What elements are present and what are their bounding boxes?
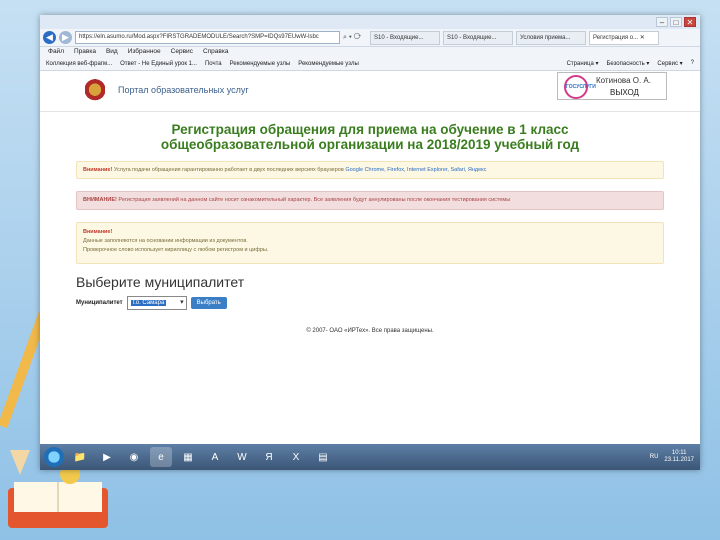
user-box: ГОСУСЛУГИ Котинова О. А. ВЫХОД: [557, 72, 667, 100]
help-icon[interactable]: ?: [691, 60, 694, 67]
info-alert: Внимание! Данные заполняются на основани…: [76, 222, 664, 264]
test-mode-alert: ВНИМАНИЕ! Регистрация заявлений на данно…: [76, 191, 664, 210]
favorite-link[interactable]: Рекомендуемые узлы: [298, 61, 359, 67]
internet-explorer-icon[interactable]: e: [150, 447, 172, 467]
page-content: Портал образовательных услуг ГОСУСЛУГИ К…: [40, 72, 700, 444]
explorer-icon[interactable]: 📁: [69, 447, 91, 467]
title-line-2: общеобразовательной организации на 2018/…: [160, 137, 580, 152]
taskbar: 📁 ▶ ◉ e ▦ A W Я X ▤ RU 10:11 23.11.2017: [40, 444, 700, 470]
pdf-icon[interactable]: A: [204, 447, 226, 467]
yandex-icon[interactable]: Я: [258, 447, 280, 467]
browser-links[interactable]: Google Chrome, Firefox, Internet Explore…: [345, 167, 486, 173]
start-button[interactable]: [44, 447, 64, 467]
municipality-form: Муниципалитет г.о. Самара ▾ Выбрать: [76, 296, 700, 310]
page-menu[interactable]: Страница ▾: [567, 60, 599, 67]
portal-title[interactable]: Портал образовательных услуг: [118, 85, 249, 95]
browser-tab-active[interactable]: Регистрация о... ✕: [589, 30, 659, 45]
clock-date: 23.11.2017: [664, 457, 694, 463]
menu-bar: Файл Правка Вид Избранное Сервис Справка: [40, 47, 700, 57]
favorite-link[interactable]: Рекомендуемые узлы: [230, 61, 291, 67]
presentation-icon[interactable]: ▦: [177, 447, 199, 467]
menu-view[interactable]: Вид: [106, 47, 118, 57]
document-icon[interactable]: ▤: [312, 447, 334, 467]
municipality-heading: Выберите муниципалитет: [76, 274, 245, 290]
alert-line: Проверочное слово использует кириллицу с…: [83, 247, 269, 253]
minimize-button[interactable]: –: [656, 17, 668, 27]
alert-text: Регистрация заявлений на данном сайте но…: [116, 197, 511, 203]
window-titlebar: – □ ✕: [40, 15, 700, 29]
municipality-label: Муниципалитет: [76, 300, 123, 306]
browser-tab[interactable]: S10 - Входящие...: [370, 30, 440, 45]
book-decoration: [8, 468, 108, 528]
menu-edit[interactable]: Правка: [74, 47, 96, 57]
browser-tab[interactable]: Условия приема...: [516, 30, 586, 45]
page-title: Регистрация обращения для приема на обуч…: [40, 122, 700, 152]
browser-screenshot: – □ ✕ ◀ ▶ https://eln.asumo.ru/Mod.aspx?…: [40, 15, 700, 470]
menu-file[interactable]: Файл: [48, 47, 64, 57]
maximize-button[interactable]: □: [670, 17, 682, 27]
title-line-1: Регистрация обращения для приема на обуч…: [171, 122, 569, 137]
coat-of-arms-icon: [85, 78, 105, 104]
municipality-select[interactable]: г.о. Самара ▾: [126, 296, 187, 310]
address-bar[interactable]: https://eln.asumo.ru/Mod.aspx?FIRSTGRADE…: [75, 31, 340, 44]
page-footer: © 2007- ОАО «ИРТех». Все права защищены.: [306, 328, 434, 334]
menu-favorites[interactable]: Избранное: [128, 47, 161, 57]
clock-time: 10:11: [671, 450, 687, 456]
language-indicator[interactable]: RU: [650, 454, 659, 460]
back-icon[interactable]: ◀: [43, 31, 56, 44]
favorites-bar: Коллекция веб-фрагм... Ответ - Не Единый…: [40, 57, 700, 71]
gosuslugi-logo: ГОСУСЛУГИ: [564, 75, 596, 99]
alert-bold: ВНИМАНИЕ!: [83, 197, 117, 203]
clock[interactable]: 10:11 23.11.2017: [664, 450, 694, 464]
forward-icon[interactable]: ▶: [59, 31, 72, 44]
select-button[interactable]: Выбрать: [190, 297, 227, 309]
security-menu[interactable]: Безопасность ▾: [606, 60, 649, 67]
user-name: Котинова О. А.: [596, 76, 651, 85]
menu-help[interactable]: Справка: [203, 47, 229, 57]
favorite-link[interactable]: Почта: [205, 61, 222, 67]
browser-warning-alert: Внимание! Услуга подачи обращения гарант…: [76, 161, 664, 179]
alert-line: Данные заполняются на основании информац…: [83, 238, 248, 244]
municipality-selected-value: г.о. Самара: [130, 300, 167, 306]
alert-text: Услуга подачи обращения гарантированно р…: [112, 167, 346, 173]
tools-menu[interactable]: Сервис ▾: [657, 60, 682, 67]
chevron-down-icon: ▾: [180, 299, 184, 306]
browser-tab[interactable]: S10 - Входящие...: [443, 30, 513, 45]
alert-bold: Внимание!: [83, 229, 113, 235]
menu-tools[interactable]: Сервис: [171, 47, 193, 57]
excel-icon[interactable]: X: [285, 447, 307, 467]
browser-navbar: ◀ ▶ https://eln.asumo.ru/Mod.aspx?FIRSTG…: [40, 29, 700, 47]
word-icon[interactable]: W: [231, 447, 253, 467]
media-player-icon[interactable]: ▶: [96, 447, 118, 467]
favorite-link[interactable]: Ответ - Не Единый урок 1...: [120, 61, 197, 67]
favorite-link[interactable]: Коллекция веб-фрагм...: [46, 61, 112, 67]
alert-bold: Внимание!: [83, 167, 113, 173]
chrome-icon[interactable]: ◉: [123, 447, 145, 467]
system-tray: RU 10:11 23.11.2017: [650, 450, 700, 464]
logout-link[interactable]: ВЫХОД: [610, 88, 639, 97]
address-tools-icon[interactable]: ⌕ ▾ ⟳: [343, 34, 367, 42]
portal-header: Портал образовательных услуг ГОСУСЛУГИ К…: [40, 72, 700, 112]
close-button[interactable]: ✕: [684, 17, 696, 27]
